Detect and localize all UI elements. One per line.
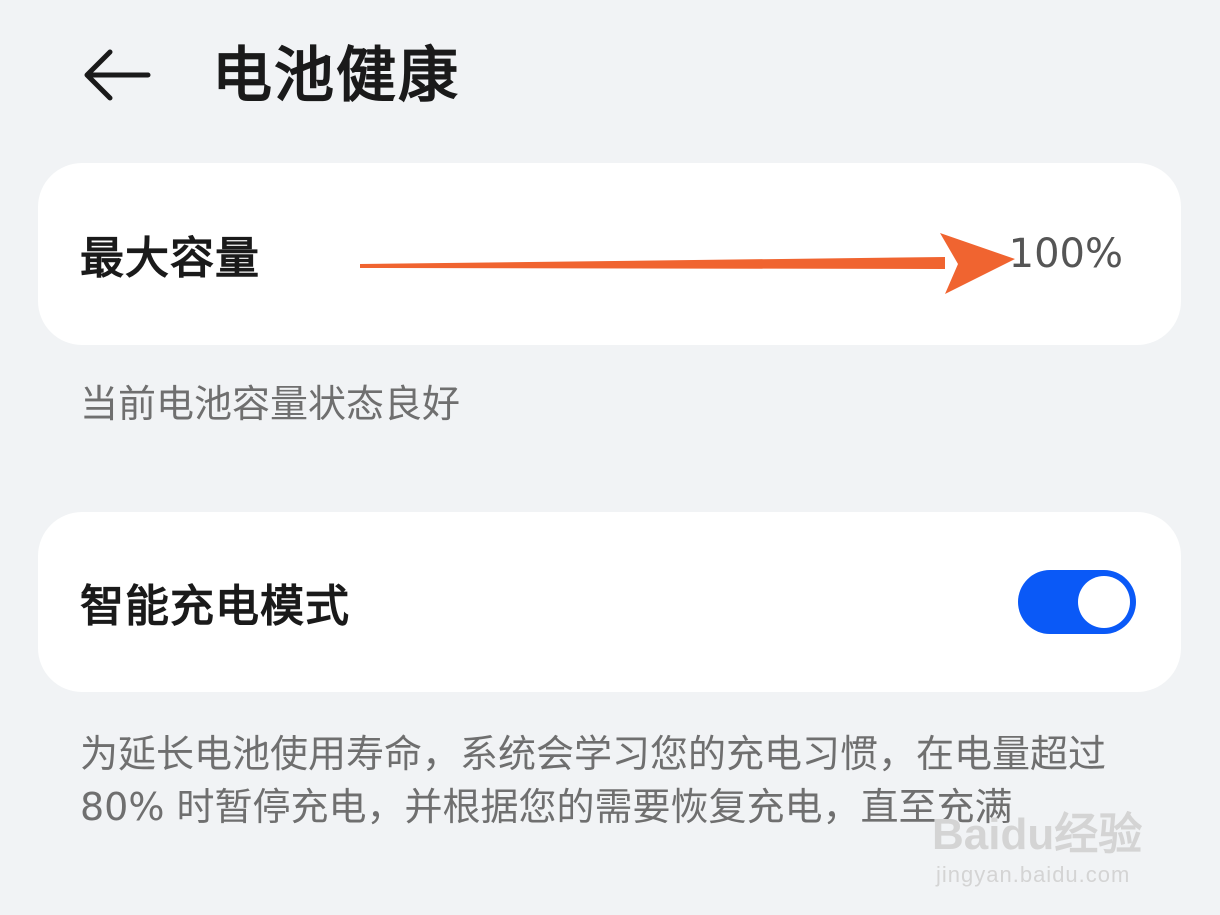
- page-title: 电池健康: [212, 41, 460, 111]
- smart-charge-label: 智能充电模式: [80, 581, 350, 632]
- smart-charge-description: 为延长电池使用寿命，系统会学习您的充电习惯，在电量超过 80% 时暂停充电，并根…: [80, 732, 1107, 829]
- app-header: 电池健康: [0, 0, 1220, 150]
- max-capacity-card: 最大容量 100%: [38, 163, 1181, 345]
- arrow-left-icon: [84, 49, 151, 101]
- max-capacity-label: 最大容量: [80, 233, 260, 284]
- watermark-url: jingyan.baidu.com: [936, 862, 1131, 887]
- smart-charge-card: 智能充电模式: [38, 512, 1181, 692]
- capacity-description: 当前电池容量状态良好: [80, 382, 461, 426]
- max-capacity-value: 100%: [1008, 231, 1123, 277]
- smart-charge-toggle[interactable]: [1018, 570, 1136, 634]
- back-button[interactable]: [78, 40, 158, 110]
- toggle-knob: [1078, 576, 1130, 628]
